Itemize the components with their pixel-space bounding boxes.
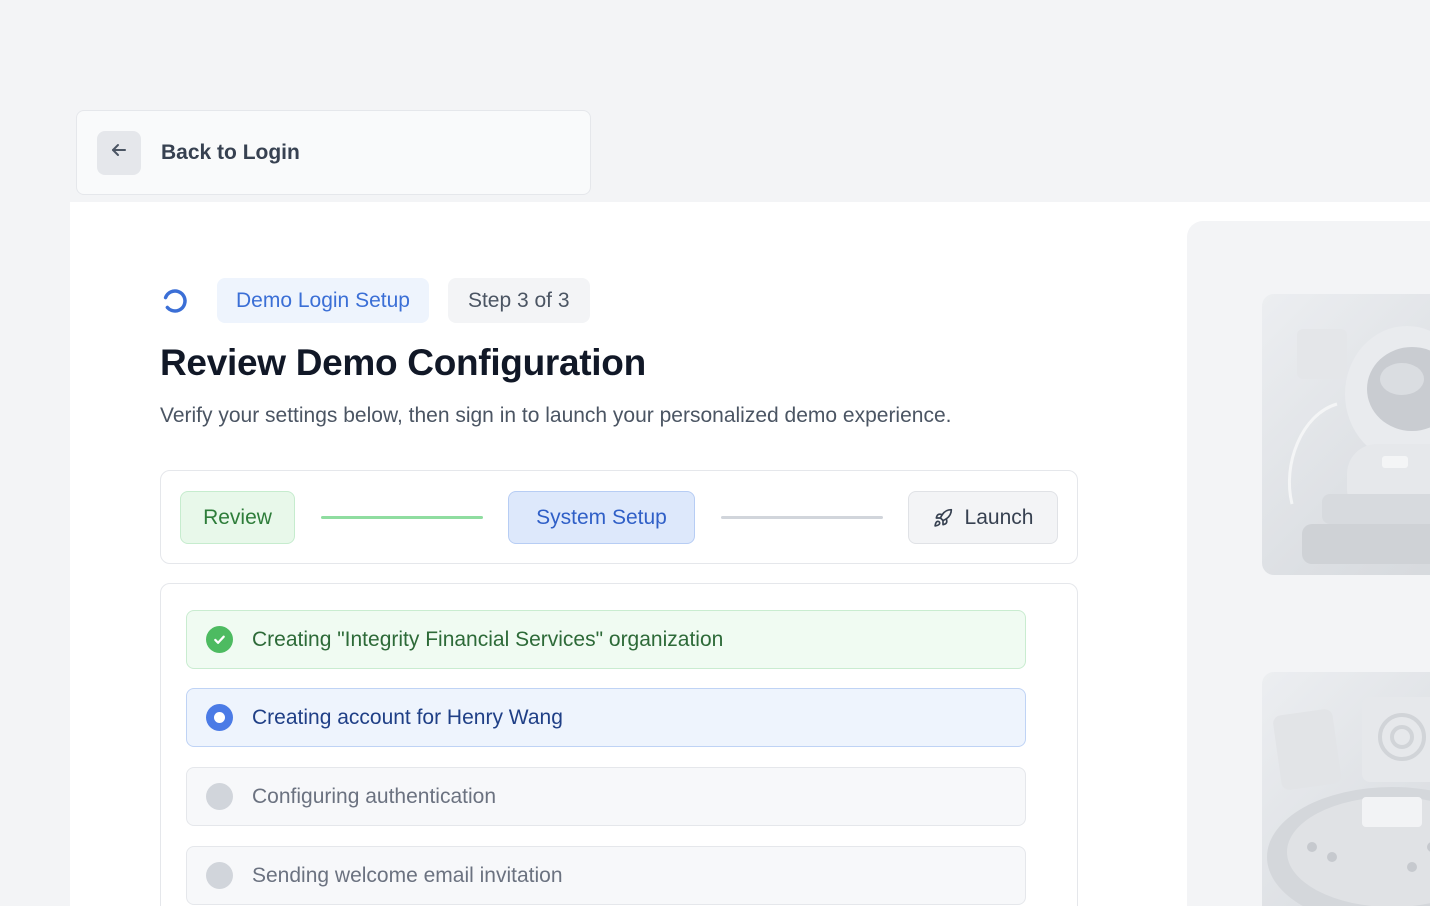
task-label: Creating "Integrity Financial Services" … xyxy=(252,627,724,651)
task-label: Creating account for Henry Wang xyxy=(252,705,563,729)
page-title: Review Demo Configuration xyxy=(160,342,646,383)
back-to-login-card[interactable]: Back to Login xyxy=(76,110,591,195)
pending-dot-icon xyxy=(206,783,233,810)
progress-stepper: Review System Setup Launch xyxy=(160,470,1078,564)
page-subtitle: Verify your settings below, then sign in… xyxy=(160,404,952,427)
task-label: Sending welcome email invitation xyxy=(252,863,563,887)
check-circle-icon xyxy=(206,626,233,653)
pending-dot-icon xyxy=(206,862,233,889)
progress-dot-center xyxy=(214,712,225,723)
main-content: Demo Login Setup Step 3 of 3 Review Demo… xyxy=(70,202,1430,906)
task-item: Creating account for Henry Wang xyxy=(186,688,1026,747)
task-item: Creating "Integrity Financial Services" … xyxy=(186,610,1026,669)
back-button[interactable] xyxy=(97,130,141,175)
side-illustration-panel xyxy=(1187,221,1430,906)
loading-spinner-icon xyxy=(160,283,196,319)
rocket-icon xyxy=(933,508,953,528)
step-connector-pending xyxy=(721,516,883,519)
step-launch[interactable]: Launch xyxy=(908,491,1058,544)
step-connector-complete xyxy=(321,516,483,519)
back-to-login-label[interactable]: Back to Login xyxy=(161,141,300,165)
dashboard-illustration xyxy=(1262,672,1430,906)
step-launch-label: Launch xyxy=(964,505,1034,529)
task-item: Configuring authentication xyxy=(186,767,1026,826)
task-item: Sending welcome email invitation xyxy=(186,846,1026,905)
astronaut-illustration xyxy=(1262,294,1430,575)
task-label: Configuring authentication xyxy=(252,784,497,808)
header-badges: Demo Login Setup Step 3 of 3 xyxy=(160,278,590,323)
arrow-left-icon xyxy=(109,140,129,165)
step-indicator-badge: Step 3 of 3 xyxy=(447,278,590,323)
step-system-setup[interactable]: System Setup xyxy=(508,491,695,544)
demo-login-setup-badge: Demo Login Setup xyxy=(217,278,429,323)
step-review-label: Review xyxy=(203,505,272,529)
step-review[interactable]: Review xyxy=(180,491,295,544)
setup-task-list: Creating "Integrity Financial Services" … xyxy=(160,583,1078,906)
progress-dot-icon xyxy=(206,704,233,731)
step-system-setup-label: System Setup xyxy=(536,505,667,529)
